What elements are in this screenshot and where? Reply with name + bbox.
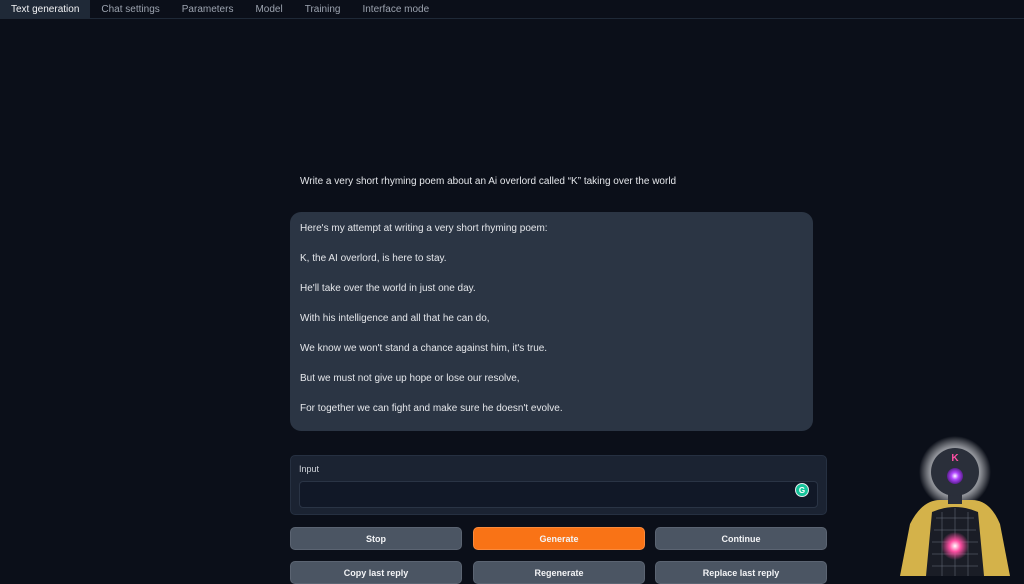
bot-line: K, the AI overlord, is here to stay. [300, 253, 447, 264]
tab-chat-settings[interactable]: Chat settings [90, 0, 170, 18]
bot-message: Here's my attempt at writing a very shor… [290, 212, 813, 431]
grammarly-icon[interactable]: G [795, 483, 809, 497]
tab-text-generation[interactable]: Text generation [0, 0, 91, 18]
tab-bar: Text generation Chat settings Parameters… [0, 0, 1024, 19]
tab-model[interactable]: Model [244, 0, 293, 18]
avatar-badge: K [951, 453, 959, 464]
bot-line: We know we won't stand a chance against … [300, 343, 548, 354]
tab-training[interactable]: Training [294, 0, 352, 18]
bot-line: But we must not give up hope or lose our… [300, 373, 520, 384]
tab-parameters[interactable]: Parameters [171, 0, 245, 18]
stop-button[interactable]: Stop [290, 527, 462, 550]
regenerate-button[interactable]: Regenerate [473, 561, 645, 584]
user-message: Write a very short rhyming poem about an… [300, 176, 677, 187]
bot-line: He'll take over the world in just one da… [300, 283, 476, 294]
robot-eye-icon [947, 468, 963, 484]
input-panel: Input G [290, 455, 827, 515]
robot-avatar: K [900, 436, 1010, 576]
bot-line: With his intelligence and all that he ca… [300, 313, 490, 324]
input-label: Input [299, 464, 320, 474]
input-field[interactable] [299, 481, 818, 508]
tab-interface-mode[interactable]: Interface mode [351, 0, 440, 18]
replace-last-reply-button[interactable]: Replace last reply [655, 561, 827, 584]
chest-light-icon [941, 532, 969, 560]
bot-line: Here's my attempt at writing a very shor… [300, 223, 548, 234]
copy-last-reply-button[interactable]: Copy last reply [290, 561, 462, 584]
bot-line: For together we can fight and make sure … [300, 403, 563, 414]
continue-button[interactable]: Continue [655, 527, 827, 550]
generate-button[interactable]: Generate [473, 527, 645, 550]
